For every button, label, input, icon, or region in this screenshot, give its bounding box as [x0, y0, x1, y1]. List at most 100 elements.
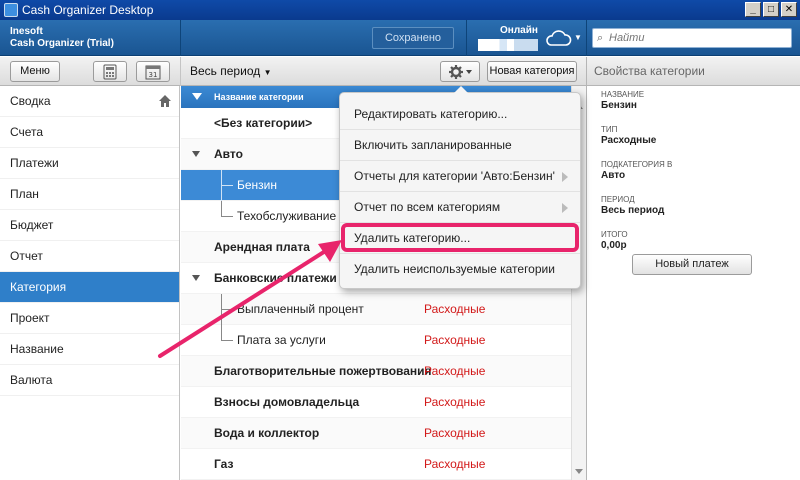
- table-row[interactable]: Выплаченный процент Расходные: [181, 294, 571, 325]
- category-type: Расходные: [424, 302, 486, 316]
- new-category-button[interactable]: Новая категория: [487, 61, 577, 82]
- online-status-label: Онлайн: [500, 25, 538, 36]
- sidebar-item-accounts[interactable]: Счета: [0, 117, 179, 148]
- period-label: Весь период: [190, 64, 261, 78]
- header-divider: [466, 20, 467, 56]
- online-account-indicator: [478, 39, 538, 51]
- category-type: Расходные: [424, 364, 486, 378]
- app-icon: [4, 3, 18, 17]
- maximize-button[interactable]: □: [763, 2, 779, 17]
- category-name: Газ: [214, 457, 234, 471]
- company-name: Inesoft: [10, 26, 43, 37]
- sidebar-item-plan[interactable]: План: [0, 179, 179, 210]
- category-name: Бензин: [237, 178, 278, 192]
- category-type: Расходные: [424, 426, 486, 440]
- tree-line: [221, 185, 233, 186]
- table-row[interactable]: Взносы домовладельца Расходные: [181, 387, 571, 418]
- window-controls: _ □ ✕: [745, 2, 797, 17]
- calendar-button[interactable]: 31: [136, 61, 170, 82]
- sidebar-item-project[interactable]: Проект: [0, 303, 179, 334]
- sidebar-item-label: Отчет: [10, 249, 43, 263]
- tree-line: [221, 216, 233, 217]
- window-title: Cash Organizer Desktop: [22, 3, 154, 17]
- search-box[interactable]: ⌕: [592, 28, 792, 48]
- scroll-down-icon[interactable]: [575, 469, 583, 474]
- sidebar-nav: Сводка Счета Платежи План Бюджет Отчет К…: [0, 86, 180, 480]
- svg-text:31: 31: [149, 71, 158, 79]
- home-icon: [159, 95, 171, 107]
- table-row[interactable]: Вода и коллектор Расходные: [181, 418, 571, 449]
- sidebar-item-report[interactable]: Отчет: [0, 241, 179, 272]
- menu-item-category-reports[interactable]: Отчеты для категории 'Авто:Бензин': [340, 161, 580, 192]
- prop-label: ПЕРИОД: [601, 195, 635, 204]
- sidebar-item-category[interactable]: Категория: [0, 272, 179, 303]
- submenu-arrow-icon: [562, 172, 568, 182]
- category-name: Авто: [214, 147, 243, 161]
- saved-status-button[interactable]: Сохранено: [372, 27, 454, 49]
- settings-dropdown-button[interactable]: [440, 61, 480, 82]
- menu-button[interactable]: Меню: [10, 61, 60, 82]
- calculator-icon: [103, 64, 117, 80]
- prop-period: ПЕРИОД Весь период: [601, 195, 800, 226]
- table-row[interactable]: Газ Расходные: [181, 449, 571, 480]
- tree-line: [221, 309, 233, 310]
- category-type: Расходные: [424, 333, 486, 347]
- expand-toggle-icon[interactable]: [192, 275, 200, 281]
- sidebar-item-currency[interactable]: Валюта: [0, 365, 179, 396]
- menu-item-label: Включить запланированные: [354, 138, 512, 152]
- category-name: <Без категории>: [214, 116, 313, 130]
- close-button[interactable]: ✕: [781, 2, 797, 17]
- menu-item-label: Удалить неиспользуемые категории: [354, 262, 555, 276]
- category-name: Арендная плата: [214, 240, 310, 254]
- sidebar-item-label: Категория: [10, 280, 67, 294]
- sidebar-item-label: Проект: [10, 311, 50, 325]
- properties-title: Свойства категории: [586, 57, 800, 86]
- collapse-all-icon[interactable]: [192, 93, 202, 100]
- context-menu: Редактировать категорию... Включить запл…: [339, 86, 581, 289]
- menu-item-include-scheduled[interactable]: Включить запланированные: [340, 130, 580, 161]
- brand-block: Inesoft Cash Organizer (Trial): [10, 26, 114, 50]
- cloud-chevron-down-icon[interactable]: ▼: [574, 33, 582, 42]
- menu-caret: [454, 86, 468, 93]
- sidebar-item-payee[interactable]: Название: [0, 334, 179, 365]
- tree-line: [221, 201, 222, 217]
- sidebar-item-label: Бюджет: [10, 218, 54, 232]
- prop-name: НАЗВАНИЕ Бензин: [601, 90, 800, 121]
- cloud-icon[interactable]: [544, 28, 572, 48]
- table-row[interactable]: Благотворительные пожертвования Расходны…: [181, 356, 571, 387]
- table-row[interactable]: Плата за услуги Расходные: [181, 325, 571, 356]
- sidebar-item-payments[interactable]: Платежи: [0, 148, 179, 179]
- callout-highlight-box: [341, 223, 579, 252]
- gear-icon: [449, 65, 472, 79]
- expand-toggle-icon[interactable]: [192, 151, 200, 157]
- search-input[interactable]: [609, 30, 784, 46]
- tree-line: [221, 340, 233, 341]
- minimize-button[interactable]: _: [745, 2, 761, 17]
- category-name: Взносы домовладельца: [214, 395, 360, 409]
- menu-item-label: Отчет по всем категориям: [354, 200, 501, 214]
- new-payment-button[interactable]: Новый платеж: [632, 254, 752, 275]
- properties-panel: НАЗВАНИЕ Бензин ТИП Расходные ПОДКАТЕГОР…: [586, 86, 800, 480]
- category-name: Банковские платежи: [214, 271, 337, 285]
- period-dropdown[interactable]: Весь период ▼: [190, 64, 272, 78]
- sidebar-item-summary[interactable]: Сводка: [0, 86, 179, 117]
- prop-value: Расходные: [601, 135, 657, 146]
- menu-item-edit-category[interactable]: Редактировать категорию...: [340, 99, 580, 130]
- sidebar-item-label: Сводка: [10, 94, 51, 108]
- tree-line: [221, 325, 222, 341]
- menu-item-label: Отчеты для категории 'Авто:Бензин': [354, 169, 555, 183]
- sidebar-item-budget[interactable]: Бюджет: [0, 210, 179, 241]
- menu-item-all-categories-report[interactable]: Отчет по всем категориям: [340, 192, 580, 223]
- menu-item-label: Редактировать категорию...: [354, 107, 508, 121]
- window-titlebar: Cash Organizer Desktop _ □ ✕: [0, 0, 800, 20]
- calculator-button[interactable]: [93, 61, 127, 82]
- prop-subcategory: ПОДКАТЕГОРИЯ В Авто: [601, 160, 800, 191]
- sidebar-item-label: Счета: [10, 125, 44, 139]
- category-type: Расходные: [424, 457, 486, 471]
- category-type: Расходные: [424, 395, 486, 409]
- sidebar-item-label: Платежи: [10, 156, 59, 170]
- sidebar-item-label: Валюта: [10, 373, 53, 387]
- prop-type: ТИП Расходные: [601, 125, 800, 156]
- menu-item-delete-unused-categories[interactable]: Удалить неиспользуемые категории: [340, 254, 580, 285]
- category-name: Благотворительные пожертвования: [214, 364, 432, 378]
